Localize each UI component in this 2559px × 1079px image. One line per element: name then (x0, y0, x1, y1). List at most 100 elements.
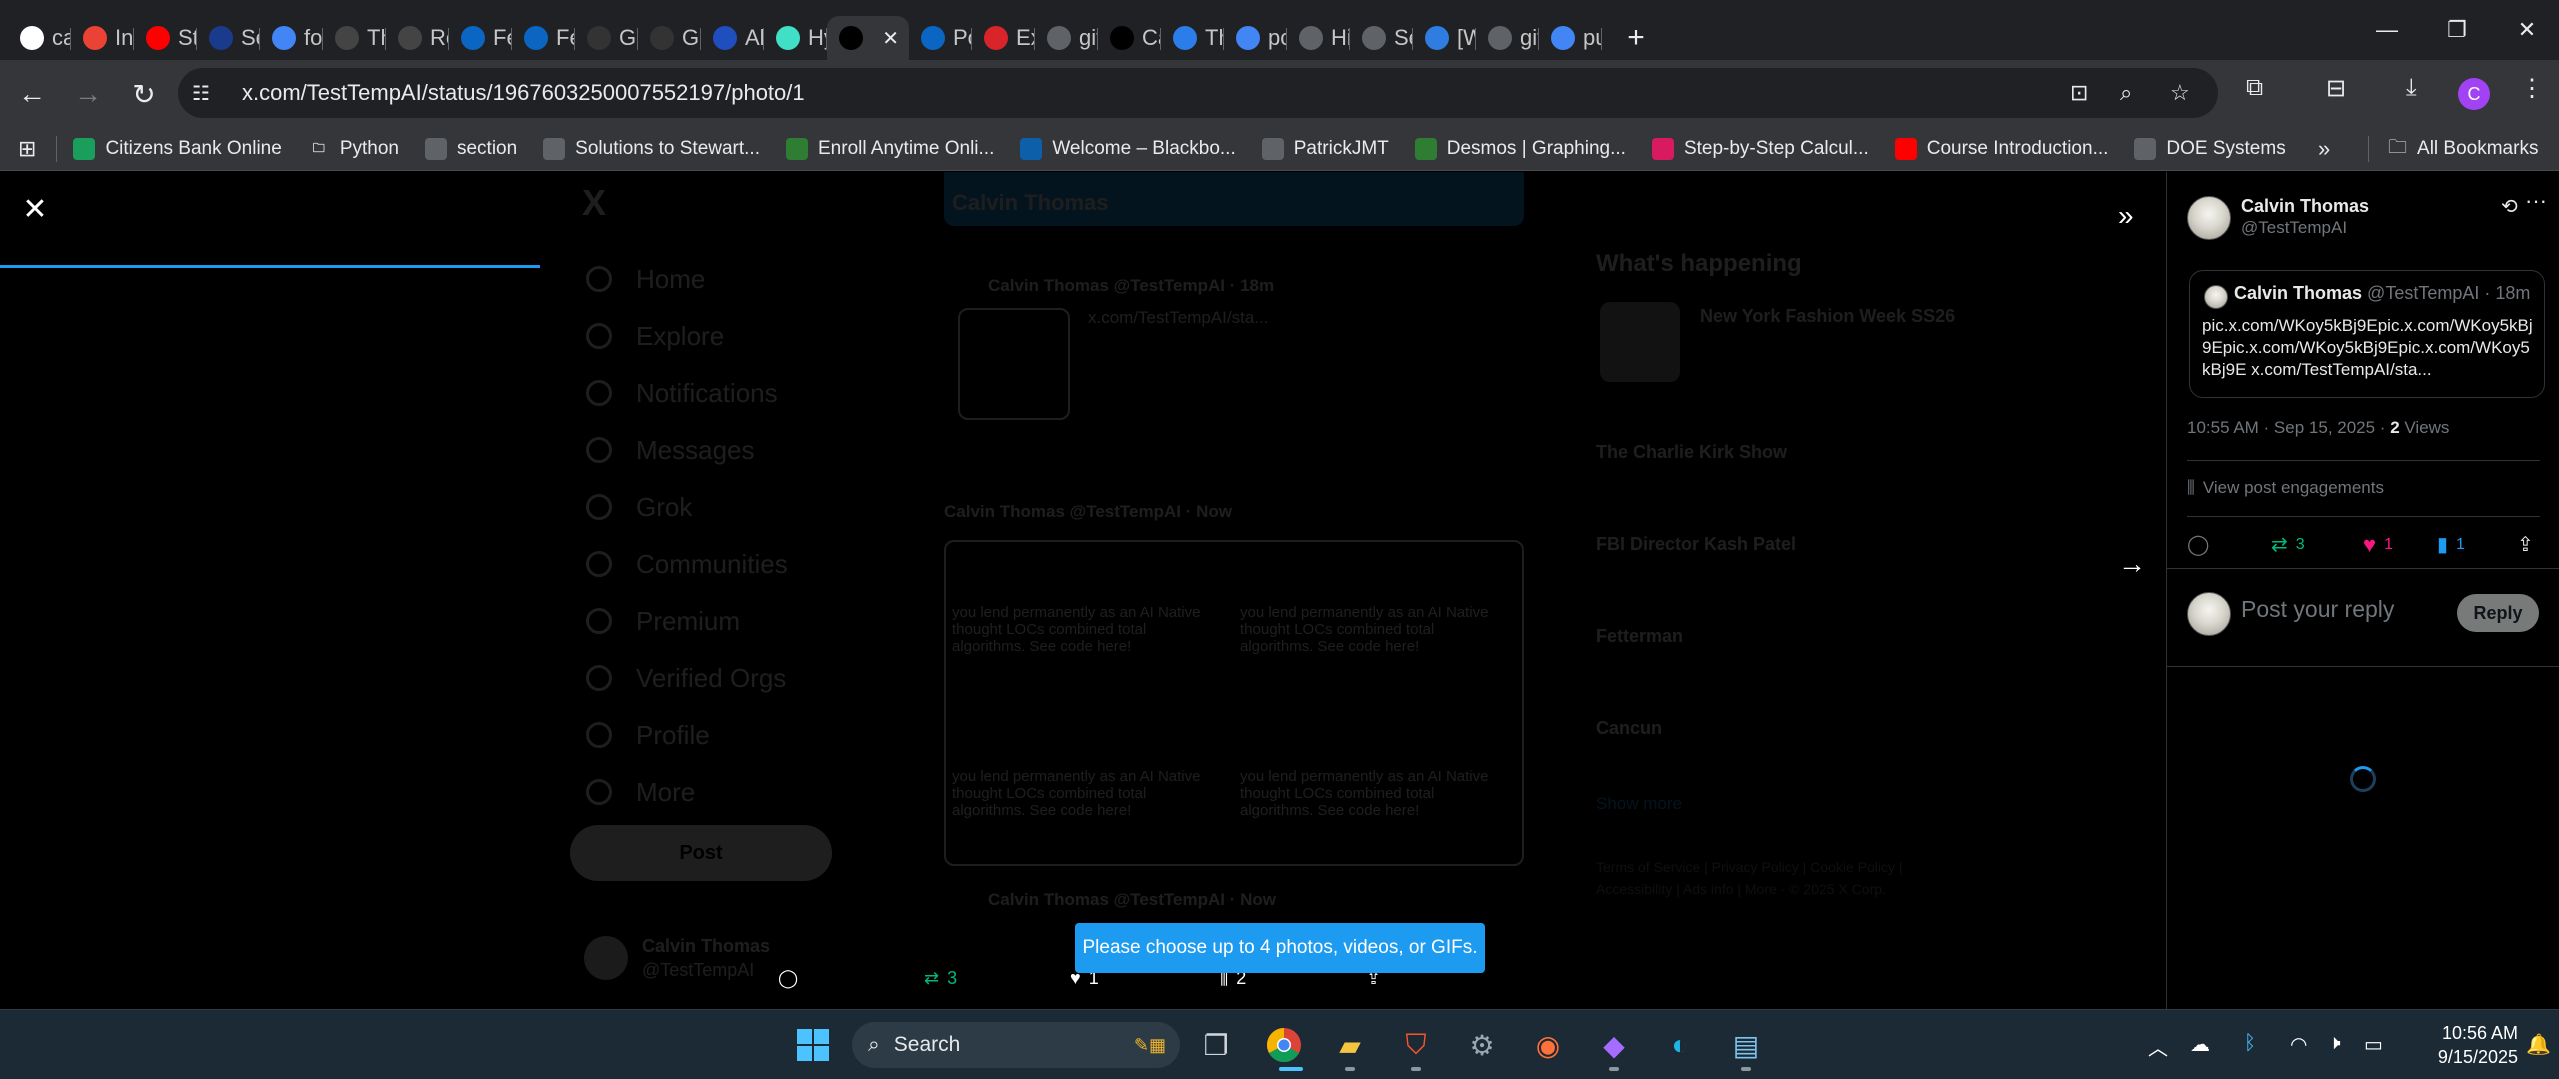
browser-tab[interactable]: Gr (575, 16, 638, 60)
browser-tab[interactable]: for (260, 16, 323, 60)
all-bookmarks[interactable]: 🗀 All Bookmarks (2388, 133, 2538, 165)
retweet-action[interactable]: ⇄ 3 (924, 968, 957, 989)
apps-grid-icon[interactable]: ⊞ (18, 136, 36, 162)
close-icon[interactable]: ✕ (20, 193, 50, 226)
grok-icon (587, 26, 611, 50)
extensions-icon[interactable]: ⧉ (2246, 74, 2263, 102)
browser-tab[interactable]: git (1035, 16, 1098, 60)
browser-tab[interactable]: Hi (1287, 16, 1350, 60)
browser-tab[interactable]: Ex (972, 16, 1035, 60)
bookmark-item[interactable]: Course Introduction... (1894, 138, 2108, 160)
minimize-button[interactable]: — (2352, 0, 2422, 60)
install-app-icon[interactable]: ⊡ (2070, 80, 2088, 106)
chrome-taskbar-icon[interactable] (1264, 1025, 1304, 1065)
notification-bell-icon[interactable]: 🔔 (2526, 1032, 2551, 1057)
restore-button[interactable]: ❐ (2422, 0, 2492, 60)
back-button[interactable]: ← (8, 70, 56, 118)
browser-tab[interactable]: ca (8, 16, 71, 60)
downloads-icon[interactable]: ⤓ (2406, 74, 2417, 102)
share-stat[interactable]: ⇪ (2517, 532, 2534, 557)
browser-tab[interactable]: Th (323, 16, 386, 60)
bookmark-item[interactable]: 🗀 Python (308, 138, 399, 160)
browser-tab[interactable]: Ca (1098, 16, 1161, 60)
browser-tab[interactable]: Se (197, 16, 260, 60)
browser-tab[interactable]: Fe (512, 16, 575, 60)
browser-tab[interactable]: Re (386, 16, 449, 60)
bookmark-item[interactable]: Desmos | Graphing... (1414, 138, 1626, 160)
wifi-icon[interactable]: ◠ (2290, 1032, 2307, 1057)
browser-tab[interactable]: Th (1161, 16, 1224, 60)
reply-button[interactable]: Reply (2457, 594, 2539, 632)
firefox-icon[interactable]: ◉ (1528, 1025, 1568, 1065)
bookmark-item[interactable]: Citizens Bank Online (73, 138, 282, 160)
next-photo-icon[interactable]: → (2118, 548, 2146, 580)
url-text[interactable]: x.com/TestTempAI/status/1967603250007552… (242, 80, 805, 106)
file-explorer-icon[interactable]: ▰ (1330, 1025, 1370, 1065)
bookmark-item[interactable]: Welcome – Blackbo... (1020, 138, 1236, 160)
show-hidden-icons[interactable]: ︿ (2148, 1032, 2168, 1061)
brave-icon[interactable]: ⛉ (1396, 1025, 1436, 1065)
forward-button[interactable]: → (64, 70, 112, 118)
browser-tab[interactable]: Inl (71, 16, 134, 60)
bookmark-item[interactable]: PatrickJMT (1261, 138, 1389, 160)
author-name[interactable]: Calvin Thomas (2241, 196, 2369, 217)
start-button[interactable] (793, 1025, 833, 1065)
timestamp-text[interactable]: 10:55 AM · Sep 15, 2025 · (2187, 418, 2390, 437)
address-bar[interactable]: ☷ x.com/TestTempAI/status/19676032500075… (178, 68, 2218, 118)
browser-tab[interactable]: Gr (638, 16, 701, 60)
reply-action[interactable]: ◯ (778, 968, 798, 989)
chrome-menu-icon[interactable]: ⋮ (2520, 74, 2544, 103)
bookmark-star-icon[interactable]: ☆ (2170, 80, 2190, 106)
retweet-stat[interactable]: ⇄ 3 (2271, 532, 2305, 557)
browser-tab[interactable]: pu (1539, 16, 1602, 60)
author-handle[interactable]: @TestTempAI (2241, 218, 2347, 238)
more-bookmarks-icon[interactable]: » (2318, 136, 2330, 162)
browser-tab[interactable]: Al (701, 16, 764, 60)
close-tab-icon[interactable]: ✕ (882, 26, 899, 51)
like-stat[interactable]: ♥ 1 (2363, 532, 2393, 558)
author-avatar[interactable] (2187, 196, 2231, 240)
reload-button[interactable]: ↻ (120, 70, 168, 118)
browser-tab[interactable]: Se (1350, 16, 1413, 60)
weather-cloud-icon[interactable]: ☁ (2190, 1032, 2210, 1057)
reply-stat[interactable]: ◯ (2187, 532, 2209, 557)
battery-icon[interactable]: ▭ (2364, 1032, 2383, 1057)
bookmark-item[interactable]: Enroll Anytime Onli... (786, 138, 994, 160)
bookmark-item[interactable]: DOE Systems (2134, 138, 2286, 160)
browser-tab[interactable]: Fe (449, 16, 512, 60)
browser-tab[interactable]: Hy (764, 16, 827, 60)
bookmark-item[interactable]: Step-by-Step Calcul... (1651, 138, 1869, 160)
quoted-post-card[interactable]: Calvin Thomas @TestTempAI · 18m pic.x.co… (2189, 270, 2545, 398)
bookmark-item[interactable]: section (424, 138, 517, 160)
reply-input[interactable]: Post your reply (2241, 596, 2394, 623)
taskbar-search[interactable]: ⌕ Search ✎▦ (852, 1022, 1180, 1068)
settings-gear-icon[interactable]: ⚙ (1462, 1025, 1502, 1065)
zoom-icon[interactable]: ⌕ (2120, 80, 2132, 106)
browser-tab[interactable]: git (1476, 16, 1539, 60)
system-clock[interactable]: 10:56 AM 9/15/2025 (2408, 1021, 2518, 1069)
bookmark-item[interactable]: Solutions to Stewart... (543, 138, 760, 160)
browser-tab[interactable]: [W (1413, 16, 1476, 60)
site-info-icon[interactable]: ☷ (192, 81, 228, 106)
browser-tab[interactable]: Po (909, 16, 972, 60)
bookmark-stat[interactable]: ▮ 1 (2437, 532, 2465, 557)
browser-tab[interactable]: pc (1224, 16, 1287, 60)
app-icon-purple[interactable]: ◆ (1594, 1025, 1634, 1065)
browser-tab[interactable]: ✕ (827, 16, 909, 60)
close-window-button[interactable]: ✕ (2492, 0, 2559, 60)
grok-icon[interactable]: ⟲ (2501, 194, 2518, 219)
view-engagements-link[interactable]: ⫼ View post engagements (2187, 478, 2384, 498)
browser-tab[interactable]: Stu (134, 16, 197, 60)
quote-author-name: Calvin Thomas (2234, 283, 2363, 303)
more-options-icon[interactable]: ··· (2525, 188, 2547, 214)
bluetooth-icon[interactable]: ᛒ (2244, 1032, 2256, 1055)
notepad-icon[interactable]: ▤ (1726, 1025, 1766, 1065)
new-tab-button[interactable]: + (1616, 18, 1656, 58)
tab-search-icon[interactable]: ⊟ (2326, 74, 2346, 103)
profile-avatar[interactable]: C (2458, 78, 2490, 110)
bookmark-favicon-icon (786, 138, 808, 160)
task-view-icon[interactable]: ❐ (1196, 1025, 1236, 1065)
edge-icon[interactable]: ◐ (1660, 1025, 1700, 1065)
muted-volume-icon[interactable]: 🕨 (2328, 1032, 2341, 1055)
collapse-sidebar-icon[interactable]: » (2118, 200, 2134, 232)
